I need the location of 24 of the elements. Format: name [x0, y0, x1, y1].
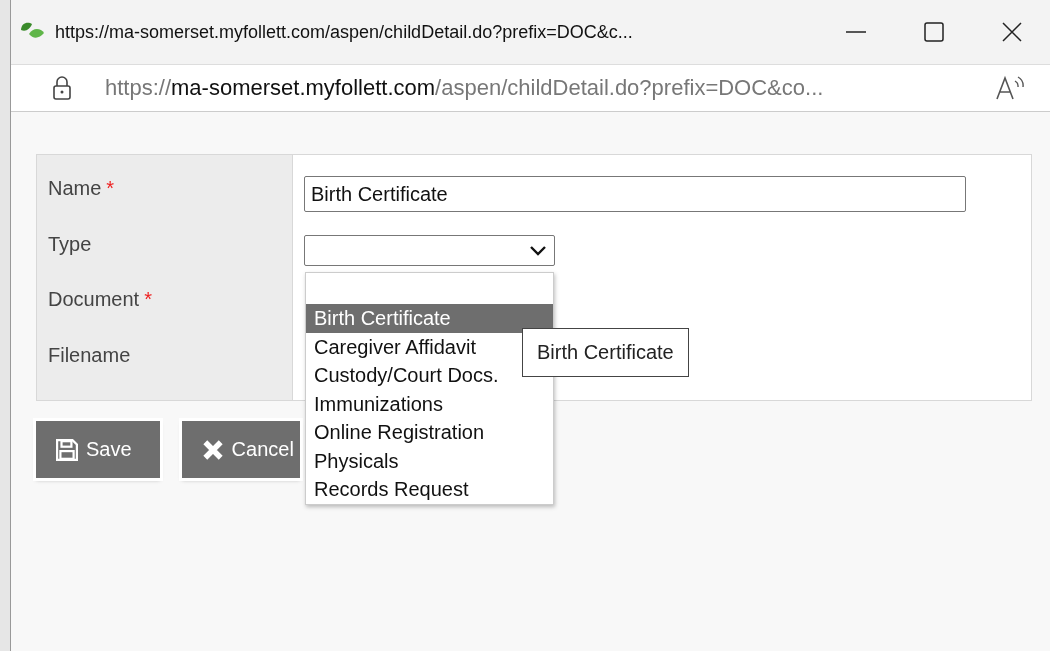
- name-field[interactable]: Birth Certificate: [304, 176, 966, 212]
- dropdown-option[interactable]: Records Request: [306, 475, 553, 504]
- field-label: Document: [48, 288, 140, 310]
- save-button[interactable]: Save: [36, 421, 160, 478]
- close-icon[interactable]: [1002, 22, 1022, 42]
- dropdown-option[interactable]: Immunizations: [306, 389, 553, 418]
- type-select[interactable]: [304, 235, 555, 266]
- required-mark: *: [106, 177, 115, 199]
- window-title: https://ma-somerset.myfollett.com/aspen/childDetail.do?prefix=DOC&c...: [55, 21, 634, 43]
- field-label: Filename: [48, 343, 131, 366]
- field-label: Type: [48, 232, 92, 255]
- close-icon: [201, 438, 224, 461]
- dropdown-option[interactable]: Online Registration: [306, 418, 553, 447]
- floppy-icon: [56, 438, 78, 461]
- cancel-button[interactable]: Cancel: [181, 421, 300, 478]
- lock-icon: [53, 76, 71, 100]
- dropdown-option[interactable]: Birth Certificate: [306, 304, 553, 333]
- dropdown-option[interactable]: Physicals: [306, 446, 553, 475]
- read-aloud-icon[interactable]: [996, 75, 1026, 101]
- required-mark: *: [144, 288, 152, 310]
- field-label: Name: [48, 177, 102, 199]
- tooltip: Birth Certificate: [522, 328, 689, 377]
- maximize-icon[interactable]: [924, 22, 944, 42]
- chevron-icon: [530, 245, 546, 256]
